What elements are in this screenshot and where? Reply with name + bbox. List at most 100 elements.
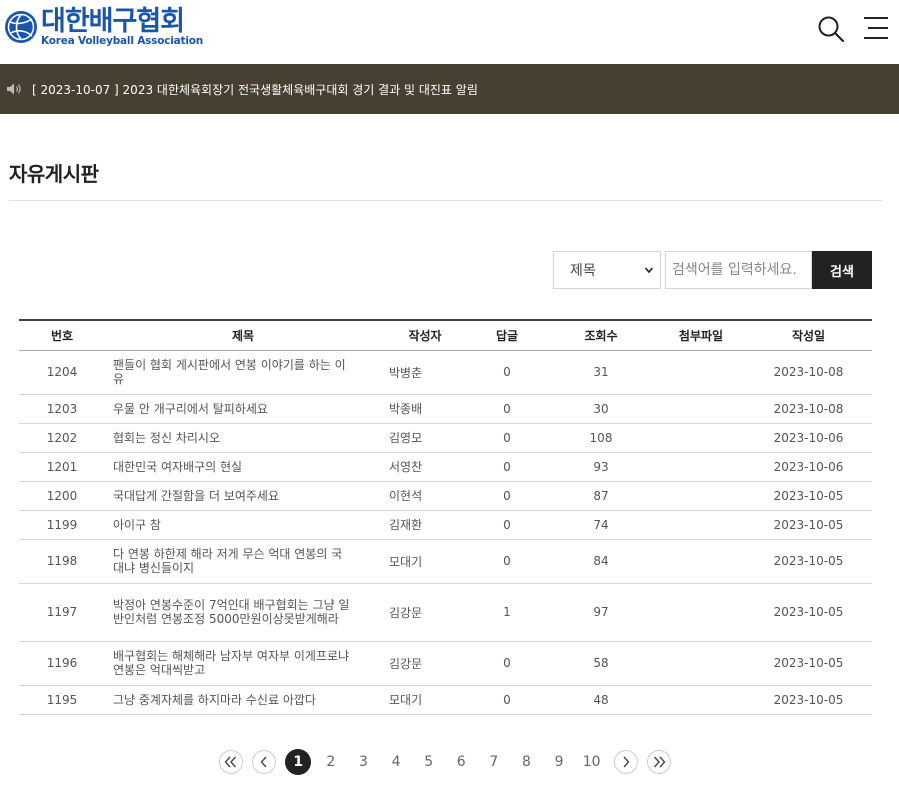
post-title-link[interactable]: 아이구 참 <box>113 518 161 532</box>
post-reply-count: 0 <box>469 539 545 584</box>
post-title-link[interactable]: 국대답게 간절함을 더 보여주세요 <box>113 489 279 503</box>
post-reply-count: 0 <box>469 350 545 395</box>
post-number: 1196 <box>19 641 105 686</box>
menu-button[interactable] <box>860 14 890 44</box>
column-header: 작성일 <box>745 319 872 351</box>
chevron-down-icon <box>644 267 654 274</box>
page-number-4[interactable]: 4 <box>383 749 409 775</box>
page-title: 자유게시판 <box>9 162 99 186</box>
post-number: 1203 <box>19 394 105 424</box>
page-number-10[interactable]: 10 <box>579 749 605 775</box>
post-attachment <box>657 481 745 511</box>
post-view-count: 87 <box>545 481 657 511</box>
table-row[interactable]: 1195 그냥 중계자체를 하지마라 수신료 아깝다 모대기 0 48 2023-10-0… <box>19 685 872 715</box>
post-number: 1198 <box>19 539 105 584</box>
chevron-left-icon <box>260 756 267 768</box>
post-title-cell: 박정아 연봉수준이 7억인대 배구협회는 그냥 일반인처럼 연봉조정 5000만… <box>105 583 381 642</box>
table-row[interactable]: 1200 국대답게 간절함을 더 보여주세요 이현석 0 87 2023-10-05 <box>19 481 872 511</box>
post-author: 박병춘 <box>381 350 469 395</box>
post-reply-count: 0 <box>469 481 545 511</box>
post-attachment <box>657 583 745 642</box>
post-number: 1204 <box>19 350 105 395</box>
post-number: 1200 <box>19 481 105 511</box>
column-header: 답글 <box>469 319 545 351</box>
post-attachment <box>657 350 745 395</box>
post-number: 1197 <box>19 583 105 642</box>
column-header: 번호 <box>19 319 105 351</box>
prev-page-button[interactable] <box>252 750 276 774</box>
post-view-count: 48 <box>545 685 657 715</box>
post-title-cell: 우물 안 개구리에서 탈피하세요 <box>105 394 381 424</box>
post-attachment <box>657 394 745 424</box>
post-title-link[interactable]: 배구협회는 해체해라 남자부 여자부 이게프로냐 연봉은 억대씩받고 <box>113 649 349 677</box>
page-number-1[interactable]: 1 <box>285 749 312 775</box>
table-row[interactable]: 1199 아이구 참 김재환 0 74 2023-10-05 <box>19 510 872 540</box>
column-header: 제목 <box>105 319 381 351</box>
logo-korean-name: 대한배구협회 <box>41 6 185 37</box>
post-title-cell: 아이구 참 <box>105 510 381 540</box>
post-title-link[interactable]: 그냥 중계자체를 하지마라 수신료 아깝다 <box>113 693 316 707</box>
search-button[interactable] <box>816 14 846 44</box>
post-author: 박종배 <box>381 394 469 424</box>
post-reply-count: 0 <box>469 510 545 540</box>
double-chevron-right-icon <box>653 756 666 768</box>
post-author: 김강문 <box>381 641 469 686</box>
column-header: 첨부파일 <box>657 319 745 351</box>
post-title-link[interactable]: 우물 안 개구리에서 탈피하세요 <box>113 402 268 416</box>
post-author: 김강문 <box>381 583 469 642</box>
table-row[interactable]: 1201 대한민국 여자배구의 현실 서영찬 0 93 2023-10-06 <box>19 452 872 482</box>
post-view-count: 84 <box>545 539 657 584</box>
search-field-select[interactable]: 제목 <box>553 251 661 289</box>
post-number: 1201 <box>19 452 105 482</box>
notice-link[interactable]: [ 2023-10-07 ] 2023 대한체육회장기 전국생활체육배구대회 경… <box>32 81 478 98</box>
kva-logo[interactable]: 대한배구협회 Korea Volleyball Association <box>4 8 203 47</box>
double-chevron-left-icon <box>224 756 237 768</box>
pagination: 1 2 3 4 5 6 7 8 9 10 <box>219 749 671 775</box>
table-row[interactable]: 1196 배구협회는 해체해라 남자부 여자부 이게프로냐 연봉은 억대씩받고 김강… <box>19 641 872 686</box>
post-view-count: 74 <box>545 510 657 540</box>
post-title-cell: 그냥 중계자체를 하지마라 수신료 아깝다 <box>105 685 381 715</box>
board-table: 번호 제목 작성자 답글 조회수 첨부파일 작성일 1204 팬들이 협회 게시판에서 연봉 … <box>19 319 872 715</box>
post-title-link[interactable]: 박정아 연봉수준이 7억인대 배구협회는 그냥 일반인처럼 연봉조정 5000만… <box>113 598 349 626</box>
speaker-icon <box>7 83 21 95</box>
page-number-2[interactable]: 2 <box>318 749 344 775</box>
post-title-link[interactable]: 다 연봉 하한제 해라 저게 무슨 억대 연봉의 국대냐 병신들이지 <box>113 547 342 575</box>
post-attachment <box>657 510 745 540</box>
post-attachment <box>657 641 745 686</box>
post-view-count: 30 <box>545 394 657 424</box>
post-view-count: 97 <box>545 583 657 642</box>
post-title-cell: 다 연봉 하한제 해라 저게 무슨 억대 연봉의 국대냐 병신들이지 <box>105 539 381 584</box>
first-page-button[interactable] <box>219 750 243 774</box>
next-page-button[interactable] <box>613 750 638 774</box>
table-row[interactable]: 1202 협회는 정신 차리시오 김영모 0 108 2023-10-06 <box>19 423 872 453</box>
table-header-row: 번호 제목 작성자 답글 조회수 첨부파일 작성일 <box>19 319 872 351</box>
search-submit-button[interactable]: 검색 <box>812 251 872 289</box>
logo-english-name: Korea Volleyball Association <box>41 35 204 47</box>
post-author: 김재환 <box>381 510 469 540</box>
table-row[interactable]: 1197 박정아 연봉수준이 7억인대 배구협회는 그냥 일반인처럼 연봉조정 5… <box>19 583 872 642</box>
table-row[interactable]: 1203 우물 안 개구리에서 탈피하세요 박종배 0 30 2023-10-08 <box>19 394 872 424</box>
search-input[interactable] <box>665 251 812 289</box>
table-row[interactable]: 1198 다 연봉 하한제 해라 저게 무슨 억대 연봉의 국대냐 병신들이지 모대… <box>19 539 872 584</box>
page-number-6[interactable]: 6 <box>448 749 474 775</box>
page-number-8[interactable]: 8 <box>513 749 539 775</box>
volleyball-logo-icon <box>5 11 37 44</box>
page-number-3[interactable]: 3 <box>350 749 376 775</box>
last-page-button[interactable] <box>646 750 671 774</box>
post-author: 모대기 <box>381 539 469 584</box>
post-author: 김영모 <box>381 423 469 453</box>
post-author: 모대기 <box>381 685 469 715</box>
page-number-9[interactable]: 9 <box>546 749 572 775</box>
logo-text: 대한배구협회 Korea Volleyball Association <box>41 8 203 47</box>
post-date: 2023-10-05 <box>745 539 872 584</box>
page-number-5[interactable]: 5 <box>416 749 442 775</box>
post-title-link[interactable]: 대한민국 여자배구의 현실 <box>113 460 242 474</box>
post-date: 2023-10-05 <box>745 583 872 642</box>
post-title-cell: 협회는 정신 차리시오 <box>105 423 381 453</box>
notice-bar: [ 2023-10-07 ] 2023 대한체육회장기 전국생활체육배구대회 경… <box>0 64 899 114</box>
post-title-link[interactable]: 협회는 정신 차리시오 <box>113 431 220 445</box>
post-date: 2023-10-05 <box>745 510 872 540</box>
table-row[interactable]: 1204 팬들이 협회 게시판에서 연봉 이야기를 하는 이유 박병춘 0 31 2023… <box>19 350 872 395</box>
post-title-link[interactable]: 팬들이 협회 게시판에서 연봉 이야기를 하는 이유 <box>113 358 346 386</box>
page-number-7[interactable]: 7 <box>481 749 507 775</box>
